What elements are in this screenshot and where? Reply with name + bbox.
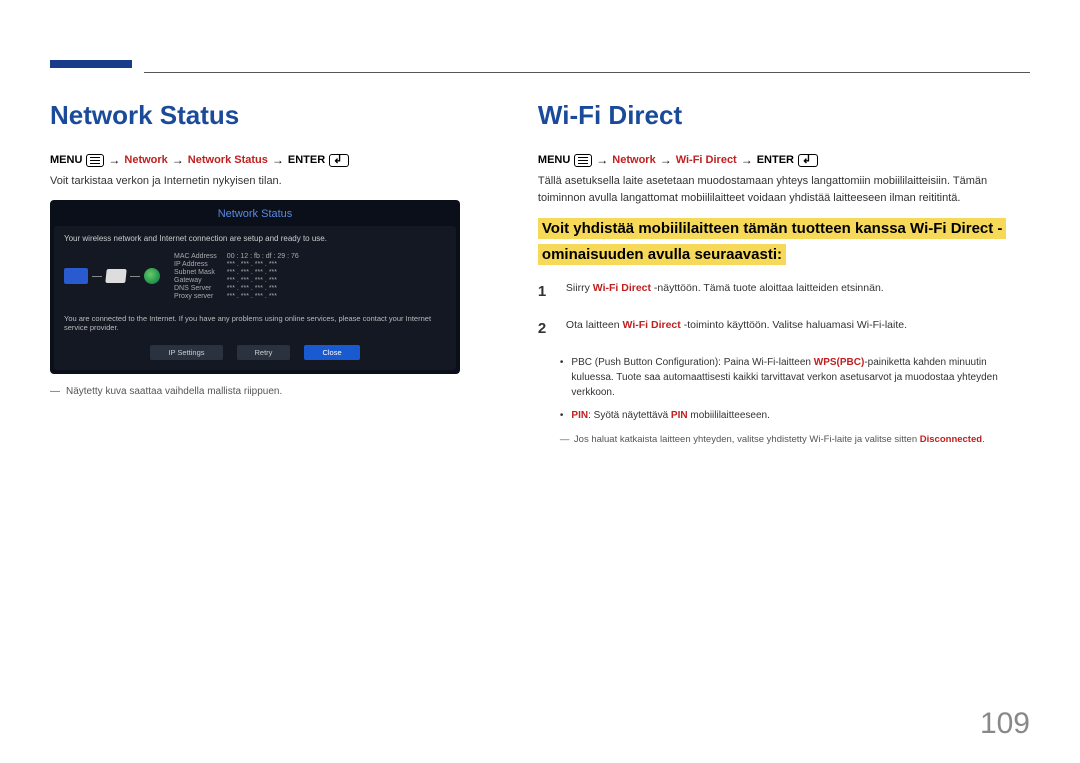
left-path: MENU → Network → Network Status → ENTER — [50, 153, 478, 167]
path-network: Network — [124, 154, 167, 166]
network-status-screenshot: Network Status Your wireless network and… — [50, 200, 460, 375]
bullet1-red: WPS(PBC) — [814, 357, 865, 368]
enter-label: ENTER — [288, 154, 325, 166]
arrow-icon: → — [660, 153, 672, 167]
bullet-pbc: PBC (Push Button Configuration): Paina W… — [560, 355, 1030, 400]
right-path: MENU → Network → Wi-Fi Direct → ENTER — [538, 153, 1030, 167]
note2-post: . — [982, 434, 985, 445]
left-desc: Voit tarkistaa verkon ja Internetin nyky… — [50, 173, 478, 190]
value-mac: 00 : 12 : fb : df : 29 : 76 — [227, 253, 299, 260]
shot-title: Network Status — [54, 204, 456, 226]
value-subnet: *** . *** . *** . *** — [227, 269, 299, 276]
path-wifi-direct: Wi-Fi Direct — [676, 154, 737, 166]
step1-post: -näyttöön. Tämä tuote aloittaa laitteide… — [651, 282, 884, 294]
left-title: Network Status — [50, 100, 478, 131]
menu-label: MENU — [538, 154, 570, 166]
step-1: 1 Siirry Wi-Fi Direct -näyttöön. Tämä tu… — [538, 281, 1030, 302]
arrow-icon: → — [172, 153, 184, 167]
value-ip: *** . *** . *** . *** — [227, 261, 299, 268]
right-column: Wi-Fi Direct MENU → Network → Wi-Fi Dire… — [538, 100, 1030, 446]
bullet2-post: mobiililaitteeseen. — [688, 410, 770, 421]
arrow-icon: → — [596, 153, 608, 167]
label-ip: IP Address — [174, 261, 217, 268]
close-button[interactable]: Close — [304, 345, 359, 360]
arrow-icon: → — [272, 153, 284, 167]
bullet2-mid: : Syötä näytettävä — [588, 410, 671, 421]
menu-label: MENU — [50, 154, 82, 166]
shot-msg2: You are connected to the Internet. If yo… — [64, 314, 446, 334]
device-icon — [64, 268, 88, 284]
step-num-2: 2 — [538, 318, 552, 339]
shot-msg1: Your wireless network and Internet conne… — [64, 234, 446, 243]
router-icon — [105, 269, 126, 283]
value-proxy: *** . *** . *** . *** — [227, 293, 299, 300]
step2-post: -toiminto käyttöön. Valitse haluamasi Wi… — [681, 319, 907, 331]
globe-icon — [144, 268, 160, 284]
shot-diagram: MAC Address IP Address Subnet Mask Gatew… — [64, 253, 446, 300]
menu-icon — [574, 154, 592, 167]
label-mac: MAC Address — [174, 253, 217, 260]
bullet2-red1: PIN — [571, 410, 588, 421]
enter-icon — [329, 154, 349, 167]
path-network-status: Network Status — [188, 154, 268, 166]
right-desc: Tällä asetuksella laite asetetaan muodos… — [538, 173, 1030, 206]
enter-label: ENTER — [757, 154, 794, 166]
bullet2-red2: PIN — [671, 410, 688, 421]
value-dns: *** . *** . *** . *** — [227, 285, 299, 292]
top-rule — [144, 72, 1030, 73]
left-note: Näytetty kuva saattaa vaihdella mallista… — [50, 386, 478, 397]
highlight-heading: Voit yhdistää mobiililaitteen tämän tuot… — [538, 216, 1030, 267]
right-note: Jos haluat katkaista laitteen yhteyden, … — [560, 433, 1030, 446]
path-network: Network — [612, 154, 655, 166]
label-subnet: Subnet Mask — [174, 269, 217, 276]
note2-pre: Jos haluat katkaista laitteen yhteyden, … — [574, 434, 920, 445]
page-number: 109 — [980, 707, 1030, 741]
accent-bar — [50, 60, 132, 68]
label-gateway: Gateway — [174, 277, 217, 284]
retry-button[interactable]: Retry — [237, 345, 291, 360]
step2-pre: Ota laitteen — [566, 319, 623, 331]
bullet1-pre: PBC (Push Button Configuration): Paina W… — [571, 357, 813, 368]
ip-settings-button[interactable]: IP Settings — [150, 345, 222, 360]
note2-red: Disconnected — [920, 434, 982, 445]
left-column: Network Status MENU → Network → Network … — [50, 100, 478, 446]
info-table: MAC Address IP Address Subnet Mask Gatew… — [174, 253, 299, 300]
right-title: Wi-Fi Direct — [538, 100, 1030, 131]
menu-icon — [86, 154, 104, 167]
arrow-icon: → — [741, 153, 753, 167]
arrow-icon: → — [108, 153, 120, 167]
step-2: 2 Ota laitteen Wi-Fi Direct -toiminto kä… — [538, 318, 1030, 339]
step1-pre: Siirry — [566, 282, 593, 294]
label-proxy: Proxy server — [174, 293, 217, 300]
diagram-line — [92, 276, 102, 277]
enter-icon — [798, 154, 818, 167]
highlight-text: Voit yhdistää mobiililaitteen tämän tuot… — [538, 218, 1007, 265]
step-num-1: 1 — [538, 281, 552, 302]
diagram-line — [130, 276, 140, 277]
bullet-pin: PIN: Syötä näytettävä PIN mobiililaittee… — [560, 408, 1030, 423]
value-gateway: *** . *** . *** . *** — [227, 277, 299, 284]
step1-red: Wi-Fi Direct — [593, 282, 651, 294]
label-dns: DNS Server — [174, 285, 217, 292]
step2-red: Wi-Fi Direct — [623, 319, 681, 331]
